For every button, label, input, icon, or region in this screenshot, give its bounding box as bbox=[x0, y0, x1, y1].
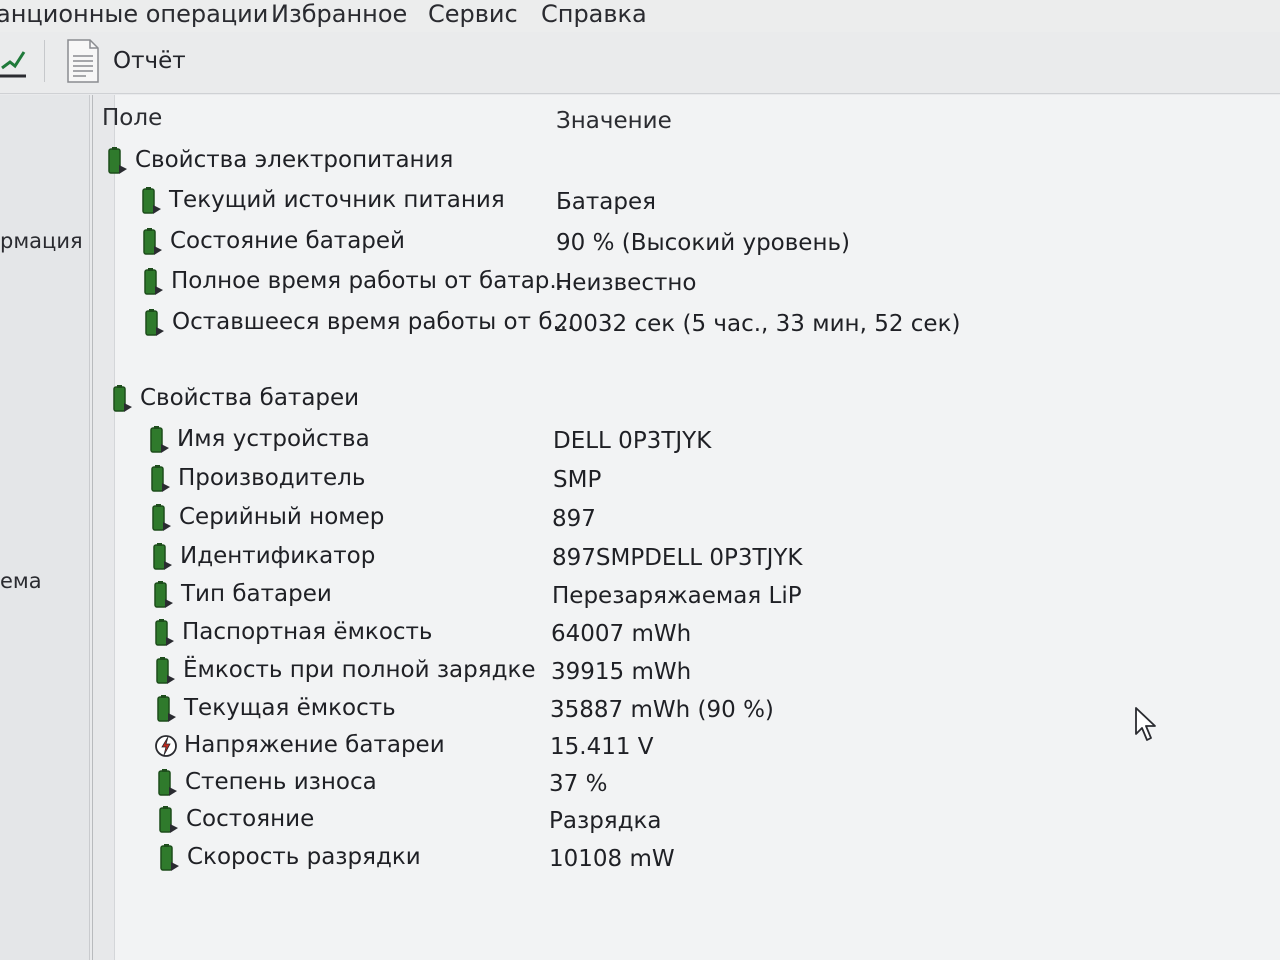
nav-item-system[interactable]: ема bbox=[0, 569, 42, 593]
group-battery-icon bbox=[113, 385, 132, 412]
list-item[interactable]: Степень износа 37 % bbox=[93, 769, 1280, 807]
field-value: 39915 mWh bbox=[551, 659, 692, 685]
properties-list: Поле Значение Свойства электропитания Те… bbox=[92, 95, 1280, 960]
battery-icon bbox=[150, 426, 169, 453]
field-name: Состояние bbox=[186, 806, 315, 832]
battery-icon bbox=[151, 465, 170, 492]
report-label: Отчёт bbox=[113, 48, 186, 74]
battery-icon bbox=[152, 504, 171, 531]
field-value: Перезаряжаемая LiP bbox=[552, 583, 802, 609]
column-header-value[interactable]: Значение bbox=[556, 108, 672, 134]
list-item[interactable]: Напряжение батареи 15.411 V bbox=[93, 732, 1280, 770]
field-value: DELL 0P3TJYK bbox=[553, 428, 712, 454]
menu-bar: анционные операции Избранное Сервис Спра… bbox=[0, 0, 1280, 32]
battery-icon bbox=[156, 657, 175, 684]
menu-item-help[interactable]: Справка bbox=[541, 0, 647, 28]
field-value: 15.411 V bbox=[550, 734, 654, 760]
mouse-cursor-icon bbox=[1135, 707, 1156, 741]
group-header[interactable]: Свойства электропитания bbox=[93, 147, 1280, 185]
voltage-icon bbox=[155, 735, 177, 757]
field-name: Паспортная ёмкость bbox=[182, 619, 433, 645]
battery-icon bbox=[143, 228, 162, 255]
field-name: Серийный номер bbox=[179, 504, 385, 530]
field-name: Полное время работы от батар... bbox=[171, 268, 572, 294]
field-value: 90 % (Высокий уровень) bbox=[556, 230, 851, 256]
field-name: Производитель bbox=[178, 465, 366, 491]
field-name: Имя устройства bbox=[177, 426, 370, 452]
group-battery-icon bbox=[108, 147, 127, 174]
group-title: Свойства батареи bbox=[140, 385, 360, 411]
field-value: 897 bbox=[552, 506, 596, 532]
field-value: Разрядка bbox=[549, 808, 662, 834]
field-name: Напряжение батареи bbox=[184, 732, 445, 758]
list-item[interactable]: Паспортная ёмкость 64007 mWh bbox=[93, 619, 1280, 657]
field-name: Текущая ёмкость bbox=[184, 695, 396, 721]
field-name: Идентификатор bbox=[180, 543, 376, 569]
report-button[interactable]: Отчёт bbox=[60, 36, 200, 88]
menu-item-service[interactable]: Сервис bbox=[428, 0, 518, 28]
list-item[interactable]: Имя устройства DELL 0P3TJYK bbox=[93, 426, 1280, 464]
field-name: Степень износа bbox=[185, 769, 377, 795]
battery-icon bbox=[142, 187, 161, 214]
battery-icon bbox=[144, 268, 163, 295]
field-name: Оставшееся время работы от б... bbox=[172, 309, 575, 335]
list-item[interactable]: Идентификатор 897SMPDELL 0P3TJYK bbox=[93, 543, 1280, 581]
group-title: Свойства электропитания bbox=[135, 147, 454, 173]
field-value: SMP bbox=[553, 467, 602, 493]
battery-icon bbox=[160, 844, 179, 871]
list-item[interactable]: Тип батареи Перезаряжаемая LiP bbox=[93, 581, 1280, 619]
battery-icon bbox=[145, 309, 164, 336]
toolbar-separator bbox=[44, 40, 45, 82]
field-value: 10108 mW bbox=[549, 846, 675, 872]
battery-icon bbox=[157, 695, 176, 722]
field-name: Скорость разрядки bbox=[187, 844, 421, 870]
field-name: Ёмкость при полной зарядке bbox=[183, 657, 536, 683]
list-item[interactable]: Состояние батарей 90 % (Высокий уровень) bbox=[93, 228, 1280, 266]
field-value: 35887 mWh (90 %) bbox=[550, 697, 774, 723]
field-value: Батарея bbox=[556, 189, 656, 215]
list-item[interactable]: Текущая ёмкость 35887 mWh (90 %) bbox=[93, 695, 1280, 733]
list-item[interactable]: Производитель SMP bbox=[93, 465, 1280, 503]
list-item[interactable]: Состояние Разрядка bbox=[93, 806, 1280, 844]
field-value: 64007 mWh bbox=[551, 621, 692, 647]
battery-icon bbox=[153, 543, 172, 570]
report-icon bbox=[67, 39, 99, 83]
battery-icon bbox=[159, 806, 178, 833]
field-name: Текущий источник питания bbox=[169, 187, 505, 213]
navigation-panel: рмация ема bbox=[0, 95, 90, 960]
battery-icon bbox=[158, 769, 177, 796]
menu-item-functional-operations[interactable]: анционные операции bbox=[0, 0, 268, 28]
field-name: Тип батареи bbox=[181, 581, 332, 607]
field-name: Состояние батарей bbox=[170, 228, 405, 254]
chart-icon[interactable] bbox=[0, 42, 30, 82]
field-value: 897SMPDELL 0P3TJYK bbox=[552, 545, 803, 571]
toolbar: Отчёт bbox=[0, 32, 1280, 94]
group-header[interactable]: Свойства батареи bbox=[93, 385, 1280, 423]
list-item[interactable]: Скорость разрядки 10108 mW bbox=[93, 844, 1280, 882]
field-value: 20032 сек (5 час., 33 мин, 52 сек) bbox=[554, 311, 961, 337]
menu-item-favorites[interactable]: Избранное bbox=[271, 0, 407, 28]
battery-icon bbox=[154, 581, 173, 608]
list-item[interactable]: Полное время работы от батар... Неизвестн… bbox=[93, 268, 1280, 306]
list-item[interactable]: Оставшееся время работы от б... 20032 сек… bbox=[93, 309, 1280, 347]
list-item[interactable]: Ёмкость при полной зарядке 39915 mWh bbox=[93, 657, 1280, 695]
list-item[interactable]: Серийный номер 897 bbox=[93, 504, 1280, 542]
nav-item-information[interactable]: рмация bbox=[0, 229, 83, 253]
list-item[interactable]: Текущий источник питания Батарея bbox=[93, 187, 1280, 225]
battery-icon bbox=[155, 619, 174, 646]
field-value: 37 % bbox=[549, 771, 608, 797]
column-header-field[interactable]: Поле bbox=[102, 105, 162, 131]
field-value: Неизвестно bbox=[555, 270, 697, 296]
